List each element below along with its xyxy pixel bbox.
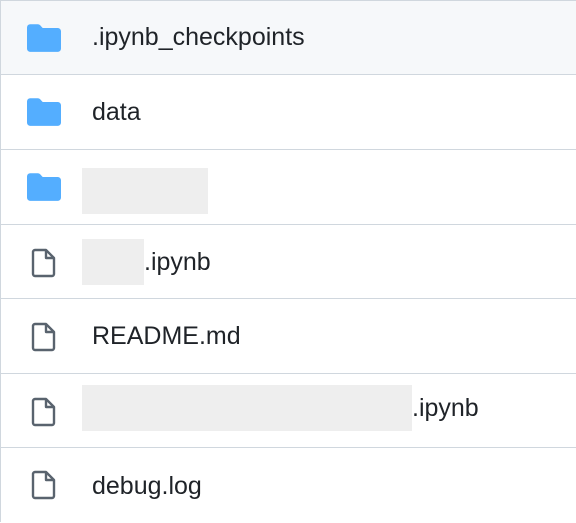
file-extension[interactable]: .ipynb — [144, 248, 211, 277]
file-row-ipynb-checkpoints[interactable]: .ipynb_checkpoints — [1, 1, 576, 75]
file-name-text[interactable]: data — [92, 98, 141, 127]
file-name-text[interactable]: debug.log — [92, 472, 202, 501]
redacted-text — [82, 239, 144, 285]
file-row-debug-log[interactable]: debug.log — [1, 448, 576, 523]
folder-icon — [27, 24, 61, 52]
file-row-data[interactable]: data — [1, 75, 576, 150]
file-name[interactable]: data — [92, 98, 141, 127]
redacted-text — [82, 168, 208, 214]
file-name-text[interactable]: README.md — [92, 322, 241, 351]
file-name[interactable]: debug.log — [92, 472, 202, 501]
folder-icon — [27, 98, 61, 126]
file-extension[interactable]: .ipynb — [412, 394, 479, 423]
file-icon — [27, 470, 61, 500]
file-name-text[interactable]: .ipynb_checkpoints — [92, 23, 305, 52]
file-icon — [27, 322, 61, 352]
file-row-notebook[interactable]: .ipynb — [1, 225, 576, 299]
file-name[interactable]: README.md — [92, 322, 241, 351]
file-row-readme[interactable]: README.md — [1, 299, 576, 374]
file-name[interactable]: .ipynb — [82, 239, 211, 285]
file-row-redacted-folder[interactable] — [1, 150, 576, 225]
file-list: .ipynb_checkpoints data .ipynb README.md… — [0, 0, 576, 522]
file-icon — [27, 397, 61, 427]
redacted-text — [82, 385, 412, 431]
file-icon — [27, 248, 61, 278]
file-row-notebook-long[interactable]: .ipynb — [1, 374, 576, 448]
folder-icon — [27, 173, 61, 201]
file-name[interactable]: .ipynb_checkpoints — [92, 23, 305, 52]
file-name[interactable] — [82, 168, 208, 214]
file-name[interactable]: .ipynb — [82, 385, 479, 431]
